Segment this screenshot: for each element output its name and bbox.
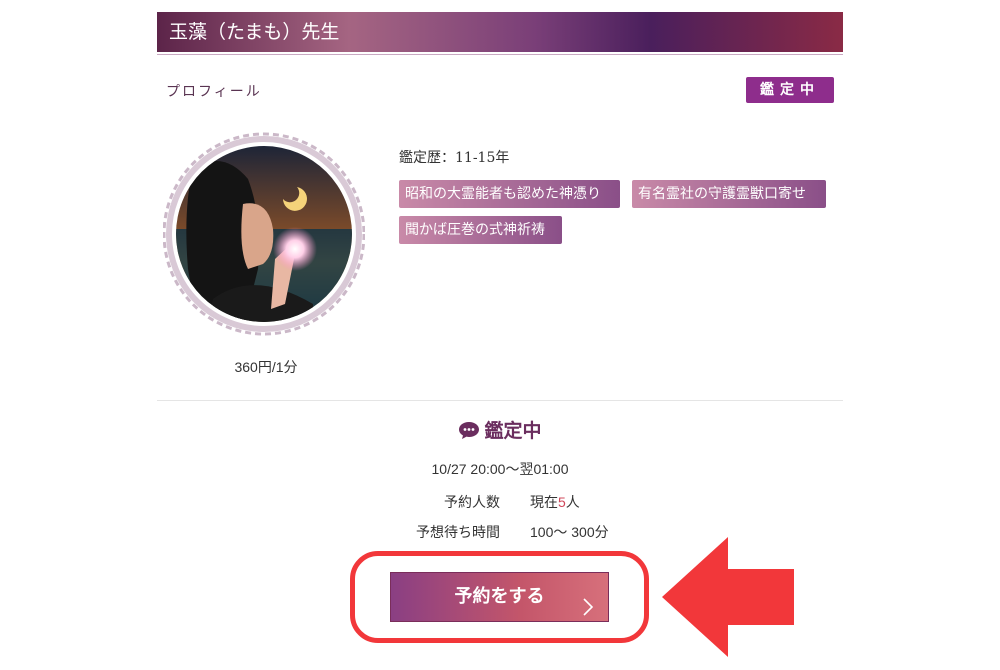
specialty-tag[interactable]: 有名霊社の守護霊獣口寄せ (632, 180, 826, 208)
title-underline (157, 54, 843, 55)
status-heading-label: 鑑定中 (484, 420, 542, 442)
avatar-image (162, 132, 366, 336)
specialty-tag[interactable]: 聞かば圧巻の式神祈祷 (399, 216, 562, 244)
avatar[interactable] (162, 129, 366, 351)
reservation-count-value: 現在5人 (530, 492, 580, 512)
page-title: 玉藻（たまも）先生 (157, 12, 843, 52)
reserve-button-label: 予約をする (454, 586, 545, 607)
chevron-right-icon (582, 588, 594, 636)
price-per-minute: 360円/1分 (234, 359, 298, 375)
reservation-count-label: 予約人数 (444, 494, 500, 510)
reservation-count-number: 5 (558, 494, 566, 510)
section-divider (157, 400, 843, 401)
status-heading: 鑑定中 (157, 416, 843, 445)
schedule-time: 10/27 20:00〜翌01:00 (431, 461, 569, 477)
wait-time-label: 予想待ち時間 (416, 524, 500, 540)
reservation-count-suffix: 人 (565, 494, 580, 510)
specialty-tag[interactable]: 昭和の大霊能者も認めた神憑り (399, 180, 620, 208)
chat-bubble-icon (458, 420, 480, 445)
wait-time-value: 100〜 300分 (530, 524, 609, 540)
red-arrow-annotation (662, 537, 802, 657)
experience-years: 鑑定歴：11-15年 (399, 150, 510, 166)
reserve-button[interactable]: 予約をする (390, 572, 609, 622)
profile-label: プロフィール (166, 84, 262, 100)
status-badge: 鑑定中 (746, 77, 834, 103)
reservation-count-prefix: 現在 (530, 494, 558, 510)
